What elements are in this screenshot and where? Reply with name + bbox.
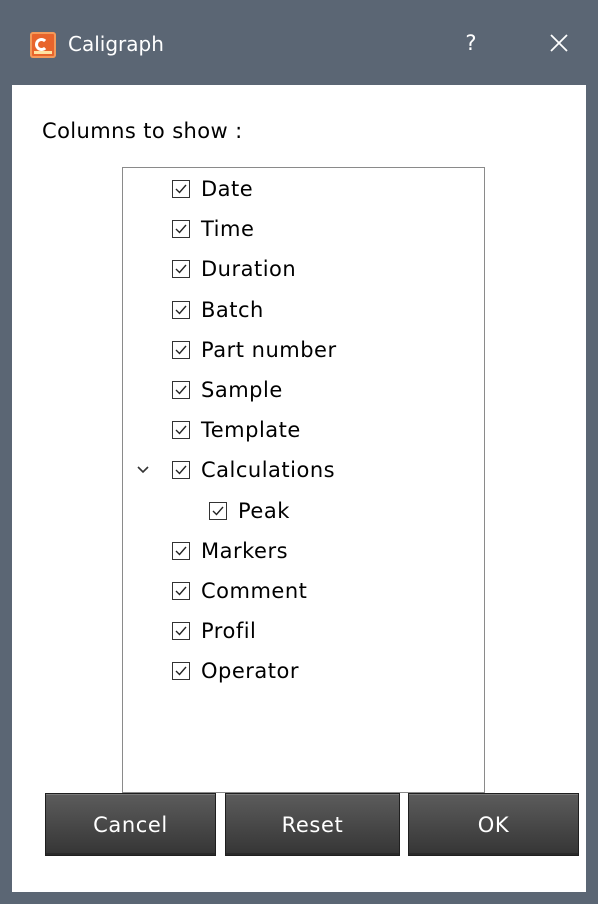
cancel-button[interactable]: Cancel bbox=[45, 793, 216, 856]
column-item-label: Profil bbox=[201, 619, 257, 644]
checkbox[interactable] bbox=[172, 340, 190, 359]
checkbox[interactable] bbox=[172, 461, 190, 480]
column-item-date[interactable]: Date bbox=[172, 172, 253, 206]
checkmark-icon bbox=[175, 626, 187, 636]
column-item-label: Batch bbox=[201, 297, 264, 322]
columns-prompt-label: Columns to show : bbox=[42, 119, 243, 143]
column-item-profil[interactable]: Profil bbox=[172, 614, 256, 648]
reset-button[interactable]: Reset bbox=[225, 793, 400, 856]
checkbox[interactable] bbox=[172, 622, 190, 641]
checkmark-icon bbox=[175, 264, 187, 274]
column-item-markers[interactable]: Markers bbox=[172, 534, 288, 568]
column-item-label: Template bbox=[201, 418, 301, 443]
checkmark-icon bbox=[175, 224, 187, 234]
checkmark-icon bbox=[175, 345, 187, 355]
column-item-label: Operator bbox=[201, 659, 299, 684]
column-item-label: Comment bbox=[201, 579, 308, 603]
checkmark-icon bbox=[212, 506, 224, 516]
title-bar[interactable]: Caligraph ? bbox=[0, 0, 598, 85]
column-item-part-number[interactable]: Part number bbox=[172, 333, 337, 367]
checkbox[interactable] bbox=[209, 501, 227, 520]
checkbox[interactable] bbox=[172, 300, 190, 319]
column-item-comment[interactable]: Comment bbox=[172, 574, 307, 608]
close-button[interactable] bbox=[542, 27, 576, 59]
chevron-down-icon[interactable] bbox=[135, 462, 151, 478]
column-item-label: Peak bbox=[238, 498, 290, 523]
column-item-operator[interactable]: Operator bbox=[172, 654, 299, 688]
column-item-label: Part number bbox=[201, 337, 337, 362]
dialog-window: Caligraph ? Columns to show : Date Time Du… bbox=[0, 0, 598, 904]
checkbox[interactable] bbox=[172, 180, 190, 198]
dialog-body: Columns to show : Date Time Duration Batch P… bbox=[12, 85, 586, 892]
checkbox[interactable] bbox=[172, 381, 190, 399]
checkmark-icon bbox=[175, 666, 187, 676]
column-item-template[interactable]: Template bbox=[172, 413, 301, 447]
column-item-label: Time bbox=[201, 217, 255, 242]
checkbox[interactable] bbox=[172, 220, 190, 239]
column-item-calculations[interactable]: Calculations bbox=[137, 453, 336, 487]
caligraph-app-icon bbox=[30, 32, 56, 58]
column-item-label: Duration bbox=[201, 257, 297, 282]
checkbox[interactable] bbox=[172, 582, 190, 600]
window-title: Caligraph bbox=[68, 32, 164, 56]
checkmark-icon bbox=[175, 184, 187, 194]
column-item-peak[interactable]: Peak bbox=[209, 494, 290, 528]
column-item-label: Date bbox=[201, 177, 254, 201]
checkbox[interactable] bbox=[172, 421, 190, 440]
help-button[interactable]: ? bbox=[458, 27, 484, 59]
checkbox[interactable] bbox=[172, 541, 190, 560]
column-item-label: Sample bbox=[201, 378, 283, 402]
checkmark-icon bbox=[175, 385, 187, 395]
checkmark-icon bbox=[175, 586, 187, 596]
column-item-duration[interactable]: Duration bbox=[172, 252, 296, 286]
checkmark-icon bbox=[175, 546, 187, 556]
checkmark-icon bbox=[175, 305, 187, 315]
column-item-label: Calculations bbox=[201, 458, 336, 483]
ok-button[interactable]: OK bbox=[408, 793, 579, 856]
column-item-label: Markers bbox=[201, 538, 289, 563]
column-item-time[interactable]: Time bbox=[172, 212, 254, 246]
columns-tree[interactable]: Date Time Duration Batch Part number Sample Te… bbox=[122, 167, 485, 793]
checkmark-icon bbox=[175, 425, 187, 435]
close-icon bbox=[550, 34, 568, 52]
checkbox[interactable] bbox=[172, 662, 190, 681]
column-item-sample[interactable]: Sample bbox=[172, 373, 283, 407]
column-item-batch[interactable]: Batch bbox=[172, 293, 264, 327]
checkmark-icon bbox=[175, 465, 187, 475]
checkbox[interactable] bbox=[172, 260, 190, 279]
